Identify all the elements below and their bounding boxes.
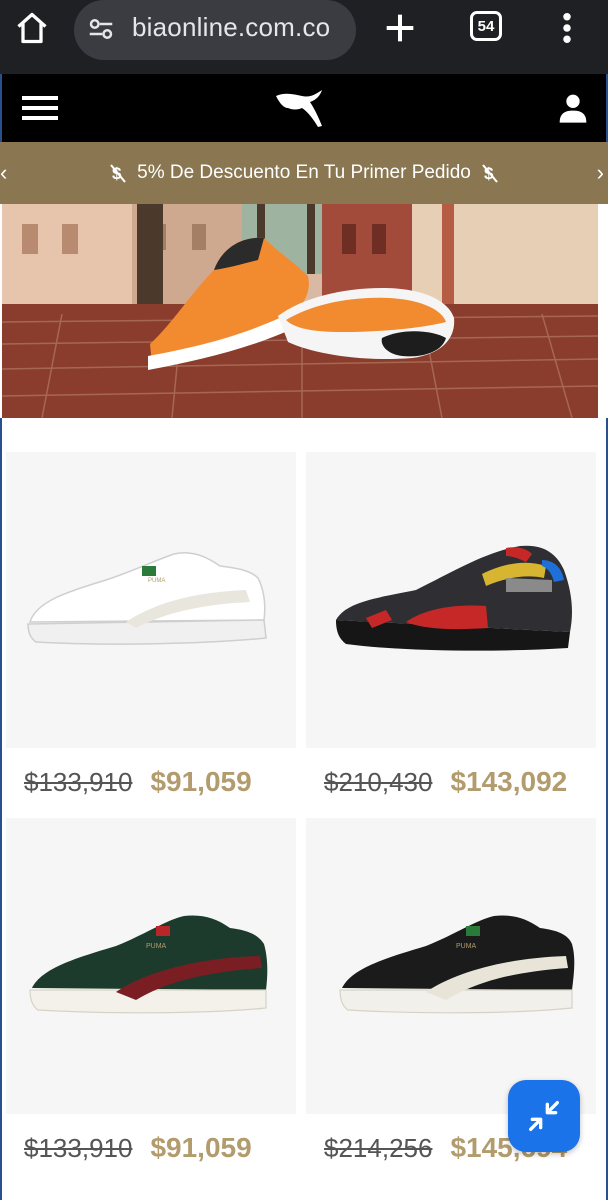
- home-icon: [17, 12, 47, 44]
- more-options-icon[interactable]: [552, 8, 582, 48]
- price-row: $133,910 $91,059: [6, 1114, 296, 1182]
- home-button[interactable]: [12, 8, 52, 48]
- svg-text:PUMA: PUMA: [456, 943, 477, 950]
- hamburger-menu-icon[interactable]: [22, 94, 58, 122]
- collapse-arrows-icon: [529, 1101, 559, 1131]
- sale-price: $91,059: [150, 1132, 252, 1163]
- discount-icon: $: [482, 164, 498, 183]
- price-row: $133,910 $91,059: [6, 748, 296, 816]
- tab-count: 54: [477, 17, 495, 35]
- sale-price: $143,092: [450, 766, 568, 797]
- address-bar[interactable]: biaonline.com.co: [74, 0, 356, 60]
- original-price: $210,430: [324, 766, 433, 797]
- promo-text: 5% De Descuento En Tu Primer Pedido: [137, 162, 471, 183]
- user-account-icon[interactable]: [556, 92, 590, 124]
- svg-text:PUMA: PUMA: [148, 578, 165, 584]
- browser-toolbar: biaonline.com.co 54: [0, 0, 608, 74]
- product-card[interactable]: $210,430 $143,092: [306, 452, 596, 816]
- svg-text:PUMA: PUMA: [146, 943, 167, 950]
- minimize-button[interactable]: [508, 1080, 580, 1152]
- site-settings-icon[interactable]: [86, 14, 116, 44]
- product-image[interactable]: PUMA: [306, 818, 596, 1114]
- url-text[interactable]: biaonline.com.co: [132, 12, 330, 43]
- promo-prev-arrow-icon[interactable]: ‹: [0, 160, 7, 186]
- promo-banner[interactable]: ‹ $ 5% De Descuento En Tu Primer Pedido …: [0, 142, 608, 204]
- site-header: [0, 74, 608, 142]
- product-card[interactable]: PUMA $133,910 $91,059: [6, 452, 296, 816]
- original-price: $133,910: [24, 1132, 133, 1163]
- original-price: $214,256: [324, 1132, 433, 1163]
- product-card[interactable]: PUMA $133,910 $91,059: [6, 818, 296, 1182]
- discount-icon: $: [110, 164, 126, 183]
- original-price: $133,910: [24, 766, 133, 797]
- product-image[interactable]: PUMA: [6, 452, 296, 748]
- sale-price: $91,059: [150, 766, 252, 797]
- promo-next-arrow-icon[interactable]: ›: [597, 160, 604, 186]
- price-row: $210,430 $143,092: [306, 748, 596, 816]
- new-tab-icon[interactable]: [380, 8, 420, 48]
- product-image[interactable]: [306, 452, 596, 748]
- tab-switcher-button[interactable]: 54: [470, 11, 502, 41]
- puma-logo[interactable]: [272, 86, 328, 130]
- hero-banner-image[interactable]: [2, 204, 598, 418]
- product-image[interactable]: PUMA: [6, 818, 296, 1114]
